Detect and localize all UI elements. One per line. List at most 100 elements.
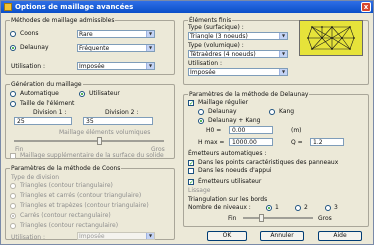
division-option-label: Carrés (contour rectangulaire) — [20, 212, 111, 219]
finite-usage-combo[interactable]: Imposée ▼ — [188, 68, 288, 76]
coons-params-legend: Paramètres de la méthode de Coons — [10, 165, 122, 172]
triangulation-slider-track[interactable] — [243, 217, 313, 219]
q-label: Q = — [291, 139, 303, 146]
emit-points-checkbox[interactable]: ✓ — [188, 160, 194, 166]
coons-label: Coons — [20, 30, 39, 37]
h0-label: H0 = — [206, 127, 222, 134]
division-type-label: Type de division — [11, 174, 60, 181]
delaunay-radio[interactable] — [10, 45, 16, 51]
chevron-down-icon: ▼ — [279, 33, 287, 39]
help-button[interactable]: Aide — [318, 231, 362, 241]
kang-radio[interactable] — [269, 109, 275, 115]
volume-mesh-slider-thumb[interactable] — [97, 137, 102, 145]
division-2-input[interactable]: 35 — [83, 117, 153, 125]
delaunay-only-radio[interactable] — [198, 109, 204, 115]
coons-frequency-combo[interactable]: Rare ▼ — [77, 30, 155, 38]
level-1-label: 1 — [275, 204, 279, 211]
coons-usage-combo[interactable]: Imposée ▼ — [77, 232, 155, 240]
user-radio[interactable] — [79, 91, 85, 97]
edge-triangulation-label: Triangulation sur les bords — [188, 196, 268, 203]
smoothing-label: Lissage — [188, 187, 211, 194]
kang-label: Kang — [279, 108, 295, 115]
surface-type-combo[interactable]: Triangle (3 noeuds) ▼ — [188, 32, 288, 40]
delaunay-kang-label: Delaunay + Kang — [208, 117, 261, 124]
division-option-radio[interactable] — [10, 203, 16, 209]
automatic-radio[interactable] — [10, 91, 16, 97]
division-option-radio[interactable] — [10, 183, 16, 189]
chevron-down-icon: ▼ — [279, 51, 287, 57]
volume-type-value: Tétraèdres (4 noeuds) — [190, 51, 256, 58]
regular-mesh-checkbox[interactable]: ✓ — [188, 100, 194, 106]
emit-nodes-checkbox[interactable] — [188, 168, 194, 174]
surface-type-value: Triangle (3 noeuds) — [190, 33, 248, 40]
delaunay-frequency-combo[interactable]: Fréquente ▼ — [77, 44, 155, 52]
volume-type-combo[interactable]: Tétraèdres (4 noeuds) ▼ — [188, 50, 288, 58]
user-label: Utilisateur — [89, 90, 120, 97]
coons-radio[interactable] — [10, 31, 16, 37]
methods-usage-value: Imposée — [79, 63, 105, 70]
triangulation-gros-label: Gros — [318, 215, 332, 222]
surface-type-label: Type (surfacique) : — [188, 24, 244, 31]
division-1-label: Division 1 : — [33, 109, 67, 116]
levels-label: Nombre de niveaux : — [188, 204, 251, 211]
title-bar[interactable]: Options de maillage avancées x — [1, 1, 373, 13]
automatic-label: Automatique — [20, 90, 59, 97]
triangulation-fin-label: Fin — [228, 215, 237, 222]
app-icon — [4, 3, 12, 11]
division-option-label: Triangles (contour triangulaire) — [20, 182, 113, 189]
dialog-title: Options de maillage avancées — [15, 3, 134, 11]
triangulation-slider-thumb[interactable] — [259, 214, 264, 222]
user-emitters-label: Émetteurs utilisateur — [198, 178, 262, 185]
chevron-down-icon: ▼ — [146, 45, 154, 51]
chevron-down-icon: ▼ — [146, 233, 154, 239]
chevron-down-icon: ▼ — [146, 31, 154, 37]
mesh-methods-legend: Méthodes de maillage admissibles — [10, 17, 116, 24]
division-option-label: Triangles (contour rectangulaire) — [20, 222, 119, 229]
division-option-label: Triangles et carrés (contour triangulair… — [20, 192, 142, 199]
methods-usage-combo[interactable]: Imposée ▼ — [77, 62, 155, 70]
surface-mesh-checkbox[interactable] — [10, 153, 16, 159]
volume-mesh-slider-track[interactable] — [14, 140, 164, 142]
delaunay-only-label: Delaunay — [208, 108, 237, 115]
level-3-radio[interactable] — [325, 205, 331, 211]
user-emitters-checkbox[interactable]: ✓ — [188, 179, 194, 185]
delaunay-params-legend: Paramètres de la méthode de Delaunay — [188, 91, 310, 98]
cancel-button[interactable]: Annuler — [260, 231, 304, 241]
emit-points-label: Dans les points caractéristiques des pan… — [198, 159, 339, 166]
h0-input[interactable]: 0.00 — [229, 126, 273, 134]
coons-usage-value: Imposée — [79, 233, 105, 240]
delaunay-frequency-value: Fréquente — [79, 45, 110, 52]
ok-button[interactable]: OK — [207, 231, 247, 241]
element-size-radio[interactable] — [10, 101, 16, 107]
volume-elements-label: Maillage éléments volumiques — [59, 129, 151, 136]
level-3-label: 3 — [334, 204, 338, 211]
surface-mesh-label: Maillage supplémentaire de la surface du… — [20, 152, 164, 159]
level-2-radio[interactable] — [295, 205, 301, 211]
auto-emitters-label: Émetteurs automatiques : — [188, 150, 267, 157]
q-input[interactable]: 1.2 — [310, 138, 344, 146]
division-option-radio[interactable] — [10, 213, 16, 219]
methods-usage-label: Utilisation : — [11, 63, 45, 70]
emit-nodes-label: Dans les noeuds d'appui — [198, 167, 272, 174]
division-option-radio[interactable] — [10, 193, 16, 199]
hmax-input[interactable]: 1000.00 — [229, 138, 273, 146]
finite-usage-value: Imposée — [190, 69, 216, 76]
finite-usage-label: Utilisation : — [188, 60, 222, 67]
regular-mesh-label: Maillage régulier — [198, 99, 249, 106]
division-option-radio[interactable] — [10, 223, 16, 229]
mesh-generation-legend: Génération du maillage — [10, 81, 83, 88]
volume-type-label: Type (volumique) : — [188, 42, 244, 49]
level-1-radio[interactable] — [266, 205, 272, 211]
division-option-label: Triangles et trapèzes (contour triangula… — [20, 202, 149, 209]
finite-elements-legend: Éléments finis — [188, 17, 233, 24]
delaunay-kang-radio[interactable] — [198, 118, 204, 124]
level-2-label: 2 — [304, 204, 308, 211]
mesh-preview-icon — [299, 20, 363, 56]
division-1-input[interactable]: 25 — [14, 117, 72, 125]
chevron-down-icon: ▼ — [279, 69, 287, 75]
coons-frequency-value: Rare — [79, 31, 93, 38]
close-button[interactable]: x — [361, 2, 371, 12]
advanced-mesh-options-dialog: Options de maillage avancées x Méthodes … — [0, 0, 374, 245]
h0-unit: (m) — [291, 127, 302, 134]
element-size-label: Taille de l'élément — [20, 100, 75, 107]
